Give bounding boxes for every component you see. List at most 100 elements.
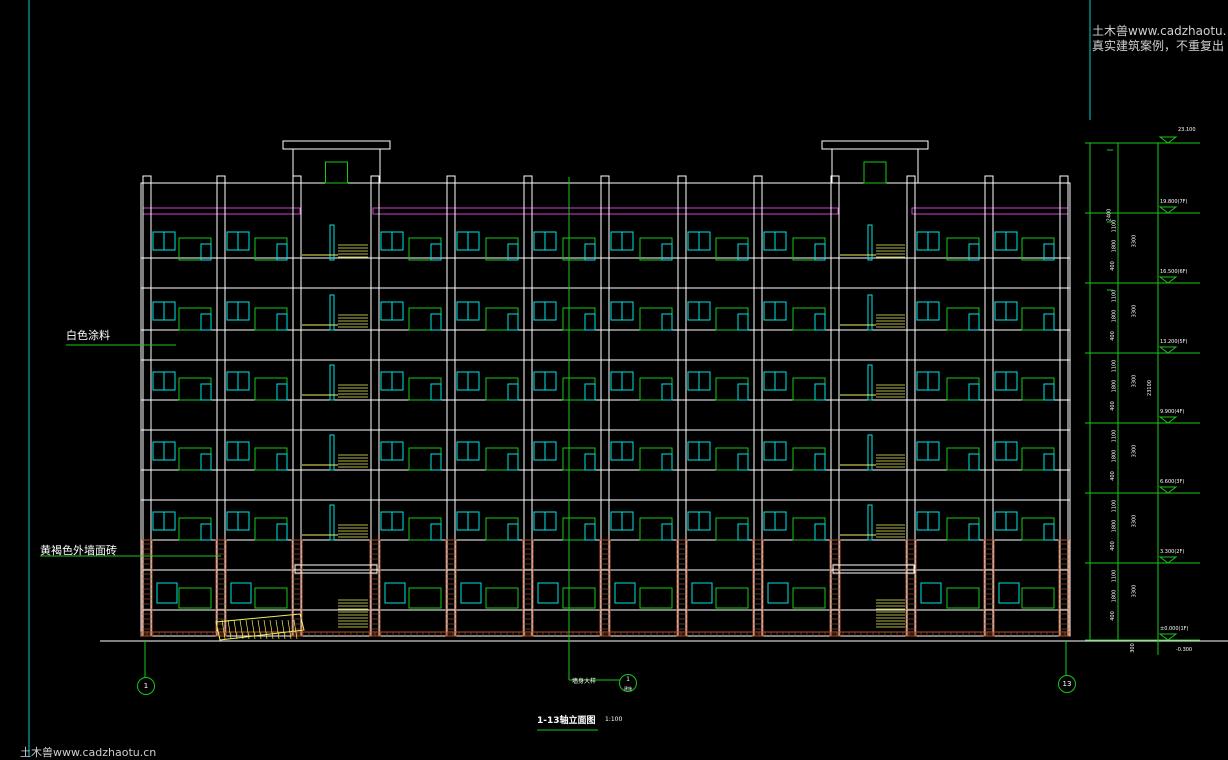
balcony-frame-1-0 — [254, 237, 288, 261]
balcony-door-8-2 — [968, 383, 980, 401]
balcony-door-7-2 — [814, 383, 826, 401]
balcony-door-9-1 — [1043, 313, 1055, 331]
balcony-frame-8-1 — [946, 307, 980, 331]
gf-window-5 — [614, 582, 636, 604]
gf-window-3 — [460, 582, 482, 604]
balcony-frame-4-0 — [562, 237, 596, 261]
balcony-door-2-2 — [430, 383, 442, 401]
balcony-frame-6-3 — [715, 447, 749, 471]
column-10 — [830, 175, 840, 637]
gf-frame-9 — [1021, 587, 1055, 609]
segment-dim-4-2: 400 — [1109, 541, 1116, 551]
gf-window-9 — [998, 582, 1020, 604]
detail-ref-sheet: 建施 — [624, 686, 632, 691]
balcony-frame-8-4 — [946, 517, 980, 541]
gf-window-6 — [691, 582, 713, 604]
stair-roof-cap-1 — [282, 140, 391, 150]
column-4 — [370, 175, 380, 637]
balcony-door-3-2 — [507, 383, 519, 401]
balcony-frame-0-0 — [178, 237, 212, 261]
segment-dim-2-2: 400 — [1109, 401, 1116, 411]
balcony-frame-6-0 — [715, 237, 749, 261]
stair-roof-cap-2 — [821, 140, 929, 150]
balcony-door-9-4 — [1043, 523, 1055, 541]
segment-dim-2-0: 1100 — [1111, 359, 1118, 373]
level-marker-2 — [1158, 206, 1178, 214]
balcony-door-0-4 — [200, 523, 212, 541]
segment-dim-4-0: 1100 — [1111, 499, 1118, 513]
level-top: 23.100 — [1178, 127, 1196, 133]
balcony-door-6-2 — [737, 383, 749, 401]
balcony-frame-1-1 — [254, 307, 288, 331]
balcony-frame-9-4 — [1021, 517, 1055, 541]
label-white-paint: 白色涂料 — [66, 329, 110, 342]
balcony-door-7-3 — [814, 453, 826, 471]
balcony-frame-4-3 — [562, 447, 596, 471]
level-bottom: -0.300 — [1176, 647, 1193, 653]
balcony-door-6-1 — [737, 313, 749, 331]
level-marker-6 — [1158, 486, 1178, 494]
balcony-door-7-1 — [814, 313, 826, 331]
column-12 — [984, 175, 994, 637]
column-8 — [677, 175, 687, 637]
balcony-door-0-1 — [200, 313, 212, 331]
balcony-frame-7-1 — [792, 307, 826, 331]
gf-frame-4 — [562, 587, 596, 609]
balcony-frame-0-3 — [178, 447, 212, 471]
balcony-door-1-1 — [276, 313, 288, 331]
watermark-bottom: 土木兽www.cadzhaotu.cn — [20, 746, 157, 759]
segment-dim-0-2: 400 — [1109, 261, 1116, 271]
segment-dim-1-0: 1100 — [1111, 289, 1118, 303]
label-wall-detail-ref: 墙身大样 — [572, 678, 597, 685]
dim-total-height: 23100 — [1146, 380, 1153, 396]
gf-window-7 — [767, 582, 789, 604]
balcony-frame-6-1 — [715, 307, 749, 331]
balcony-door-1-4 — [276, 523, 288, 541]
dim-base: 300 — [1129, 643, 1136, 653]
balcony-frame-6-4 — [715, 517, 749, 541]
balcony-door-5-4 — [661, 523, 673, 541]
balcony-frame-4-2 — [562, 377, 596, 401]
entrance-canopy-2 — [832, 564, 915, 574]
level-marker-4 — [1158, 346, 1178, 354]
segment-dim-5-2: 400 — [1109, 611, 1116, 621]
balcony-frame-5-0 — [639, 237, 673, 261]
balcony-frame-5-4 — [639, 517, 673, 541]
balcony-door-4-2 — [584, 383, 596, 401]
gf-frame-7 — [792, 587, 826, 609]
gf-frame-2 — [408, 587, 442, 609]
level-label-3: 13.200(5F) — [1160, 339, 1188, 345]
balcony-frame-5-3 — [639, 447, 673, 471]
label-brown-tile: 黄褐色外墙面砖 — [40, 544, 117, 557]
segment-dim-3-2: 400 — [1109, 471, 1116, 481]
floor-height-4: 3300 — [1131, 444, 1138, 458]
balcony-frame-0-1 — [178, 307, 212, 331]
balcony-door-3-4 — [507, 523, 519, 541]
balcony-frame-1-4 — [254, 517, 288, 541]
level-label-5: 6.600(3F) — [1160, 479, 1185, 485]
gf-frame-3 — [485, 587, 519, 609]
balcony-frame-5-1 — [639, 307, 673, 331]
parapet-band-1 — [142, 207, 301, 215]
balcony-door-3-1 — [507, 313, 519, 331]
balcony-frame-3-0 — [485, 237, 519, 261]
balcony-frame-8-0 — [946, 237, 980, 261]
level-label-7: ±0.000(1F) — [1160, 626, 1189, 632]
parapet-band-3 — [911, 207, 1069, 215]
balcony-door-9-2 — [1043, 383, 1055, 401]
parapet-band-2 — [372, 207, 839, 215]
balcony-frame-7-4 — [792, 517, 826, 541]
balcony-frame-3-3 — [485, 447, 519, 471]
gf-frame-8 — [946, 587, 980, 609]
drawing-title: 1-13轴立面图 — [537, 716, 596, 726]
gf-window-8 — [920, 582, 942, 604]
floor-height-2: 3300 — [1131, 304, 1138, 318]
stair-roof-window-2 — [863, 161, 887, 184]
column-9 — [753, 175, 763, 637]
axis-bubble-right: 13 — [1058, 675, 1076, 693]
stair-roof-house-2 — [831, 148, 919, 184]
balcony-frame-8-2 — [946, 377, 980, 401]
balcony-door-2-4 — [430, 523, 442, 541]
balcony-door-0-2 — [200, 383, 212, 401]
level-marker-8 — [1158, 633, 1178, 641]
